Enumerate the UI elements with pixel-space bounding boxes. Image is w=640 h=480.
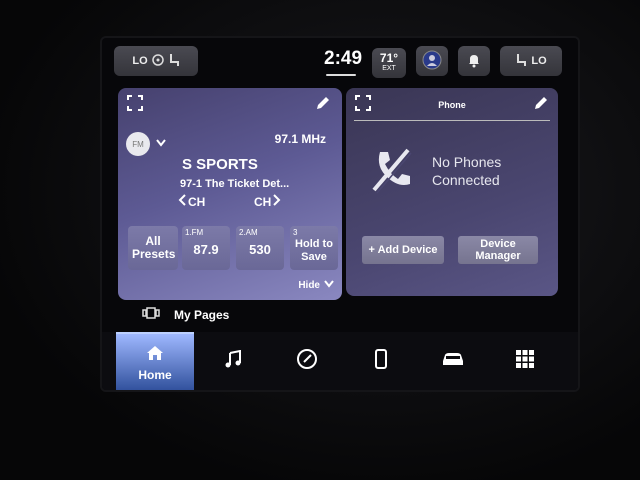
program-info: 97-1 The Ticket Det... xyxy=(180,178,290,190)
vehicle-icon xyxy=(441,351,465,372)
my-pages-button[interactable]: My Pages xyxy=(142,306,229,324)
apps-grid-icon xyxy=(516,349,534,373)
phone-title: Phone xyxy=(438,100,466,110)
top-status-bar: LO 2:49 71° EXT LO xyxy=(102,38,578,86)
driver-profile-button[interactable] xyxy=(416,46,448,76)
expand-icon xyxy=(127,94,143,116)
navigation-icon xyxy=(296,348,318,375)
radio-card[interactable]: FM 97.1 MHz S SPORTS 97-1 The Ticket Det… xyxy=(118,88,342,300)
hide-button[interactable]: Hide xyxy=(298,280,334,291)
temperature-unit: EXT xyxy=(382,65,396,72)
nav-media-button[interactable] xyxy=(194,332,272,390)
chevron-down-icon xyxy=(156,134,166,152)
seat-heat-icon xyxy=(168,53,180,70)
nav-phone-button[interactable] xyxy=(342,332,420,390)
preset-1-button[interactable]: 1.FM 87.9 xyxy=(182,226,230,270)
seat-heat-icon xyxy=(515,53,527,70)
chevron-left-icon xyxy=(178,194,186,209)
edit-radio-button[interactable] xyxy=(314,96,332,114)
phone-icon xyxy=(375,348,387,374)
hide-label: Hide xyxy=(298,280,320,291)
device-manager-button[interactable]: Device Manager xyxy=(458,236,538,264)
channel-prev-button[interactable]: CH xyxy=(178,194,205,209)
bell-icon xyxy=(466,52,482,71)
preset-2-value: 530 xyxy=(249,242,271,257)
phone-divider xyxy=(354,120,550,121)
preset-2-button[interactable]: 2.AM 530 xyxy=(236,226,284,270)
phone-disconnected-icon xyxy=(368,146,416,199)
band-label: FM xyxy=(132,139,144,149)
channel-next-button[interactable]: CH xyxy=(254,194,281,209)
pencil-icon xyxy=(315,95,331,116)
band-selector[interactable]: FM xyxy=(126,132,150,156)
infotainment-screen: LO 2:49 71° EXT LO FM 97.1 MHz S SPORTS … xyxy=(102,38,578,390)
phone-status-line2: Connected xyxy=(432,172,500,188)
band-dropdown-button[interactable] xyxy=(154,136,168,150)
music-icon xyxy=(224,349,242,373)
pages-icon xyxy=(142,306,160,324)
right-seat-heat-button[interactable]: LO xyxy=(500,46,562,76)
clock-underline xyxy=(326,74,356,76)
station-name: S SPORTS xyxy=(182,156,258,173)
add-device-button[interactable]: + Add Device xyxy=(362,236,444,264)
nav-vehicle-button[interactable] xyxy=(414,332,492,390)
bottom-nav-bar: Home xyxy=(102,332,578,390)
edit-phone-button[interactable] xyxy=(532,96,550,114)
phone-status-line1: No Phones xyxy=(432,154,502,170)
driver-profile-icon xyxy=(422,50,442,73)
nav-navigation-button[interactable] xyxy=(268,332,346,390)
channel-next-label: CH xyxy=(254,194,272,209)
notifications-button[interactable] xyxy=(458,46,490,76)
left-seat-heat-button[interactable]: LO xyxy=(114,46,198,76)
left-seat-heat-label: LO xyxy=(132,55,148,67)
device-manager-label: Device Manager xyxy=(475,238,521,262)
chevron-right-icon xyxy=(273,194,281,209)
preset-1-value: 87.9 xyxy=(193,242,219,257)
pencil-icon xyxy=(533,95,549,116)
outside-temperature: 71° EXT xyxy=(372,48,406,78)
steering-wheel-heat-icon xyxy=(151,53,164,69)
all-presets-label: All Presets xyxy=(132,234,176,261)
preset-3-value: Hold to Save xyxy=(295,238,333,263)
home-icon xyxy=(146,345,164,366)
add-device-label: + Add Device xyxy=(368,244,438,256)
phone-card[interactable]: Phone No Phones Connected + Add Device D… xyxy=(346,88,558,296)
frequency-display: 97.1 MHz xyxy=(274,132,326,146)
channel-prev-label: CH xyxy=(188,194,206,209)
temperature-value: 71° xyxy=(379,51,399,65)
right-seat-heat-label: LO xyxy=(531,55,547,67)
home-label: Home xyxy=(138,367,172,382)
chevron-down-icon xyxy=(324,280,334,291)
nav-apps-button[interactable] xyxy=(486,332,564,390)
preset-3-tag: 3 xyxy=(293,228,298,237)
clock-display[interactable]: 2:49 xyxy=(324,48,362,70)
expand-radio-button[interactable] xyxy=(126,94,144,116)
preset-3-button[interactable]: 3 Hold to Save xyxy=(290,226,338,270)
preset-1-tag: 1.FM xyxy=(185,228,204,237)
nav-home-button[interactable]: Home xyxy=(116,332,194,390)
all-presets-button[interactable]: All Presets xyxy=(128,226,178,270)
preset-2-tag: 2.AM xyxy=(239,228,258,237)
my-pages-label: My Pages xyxy=(174,308,230,322)
